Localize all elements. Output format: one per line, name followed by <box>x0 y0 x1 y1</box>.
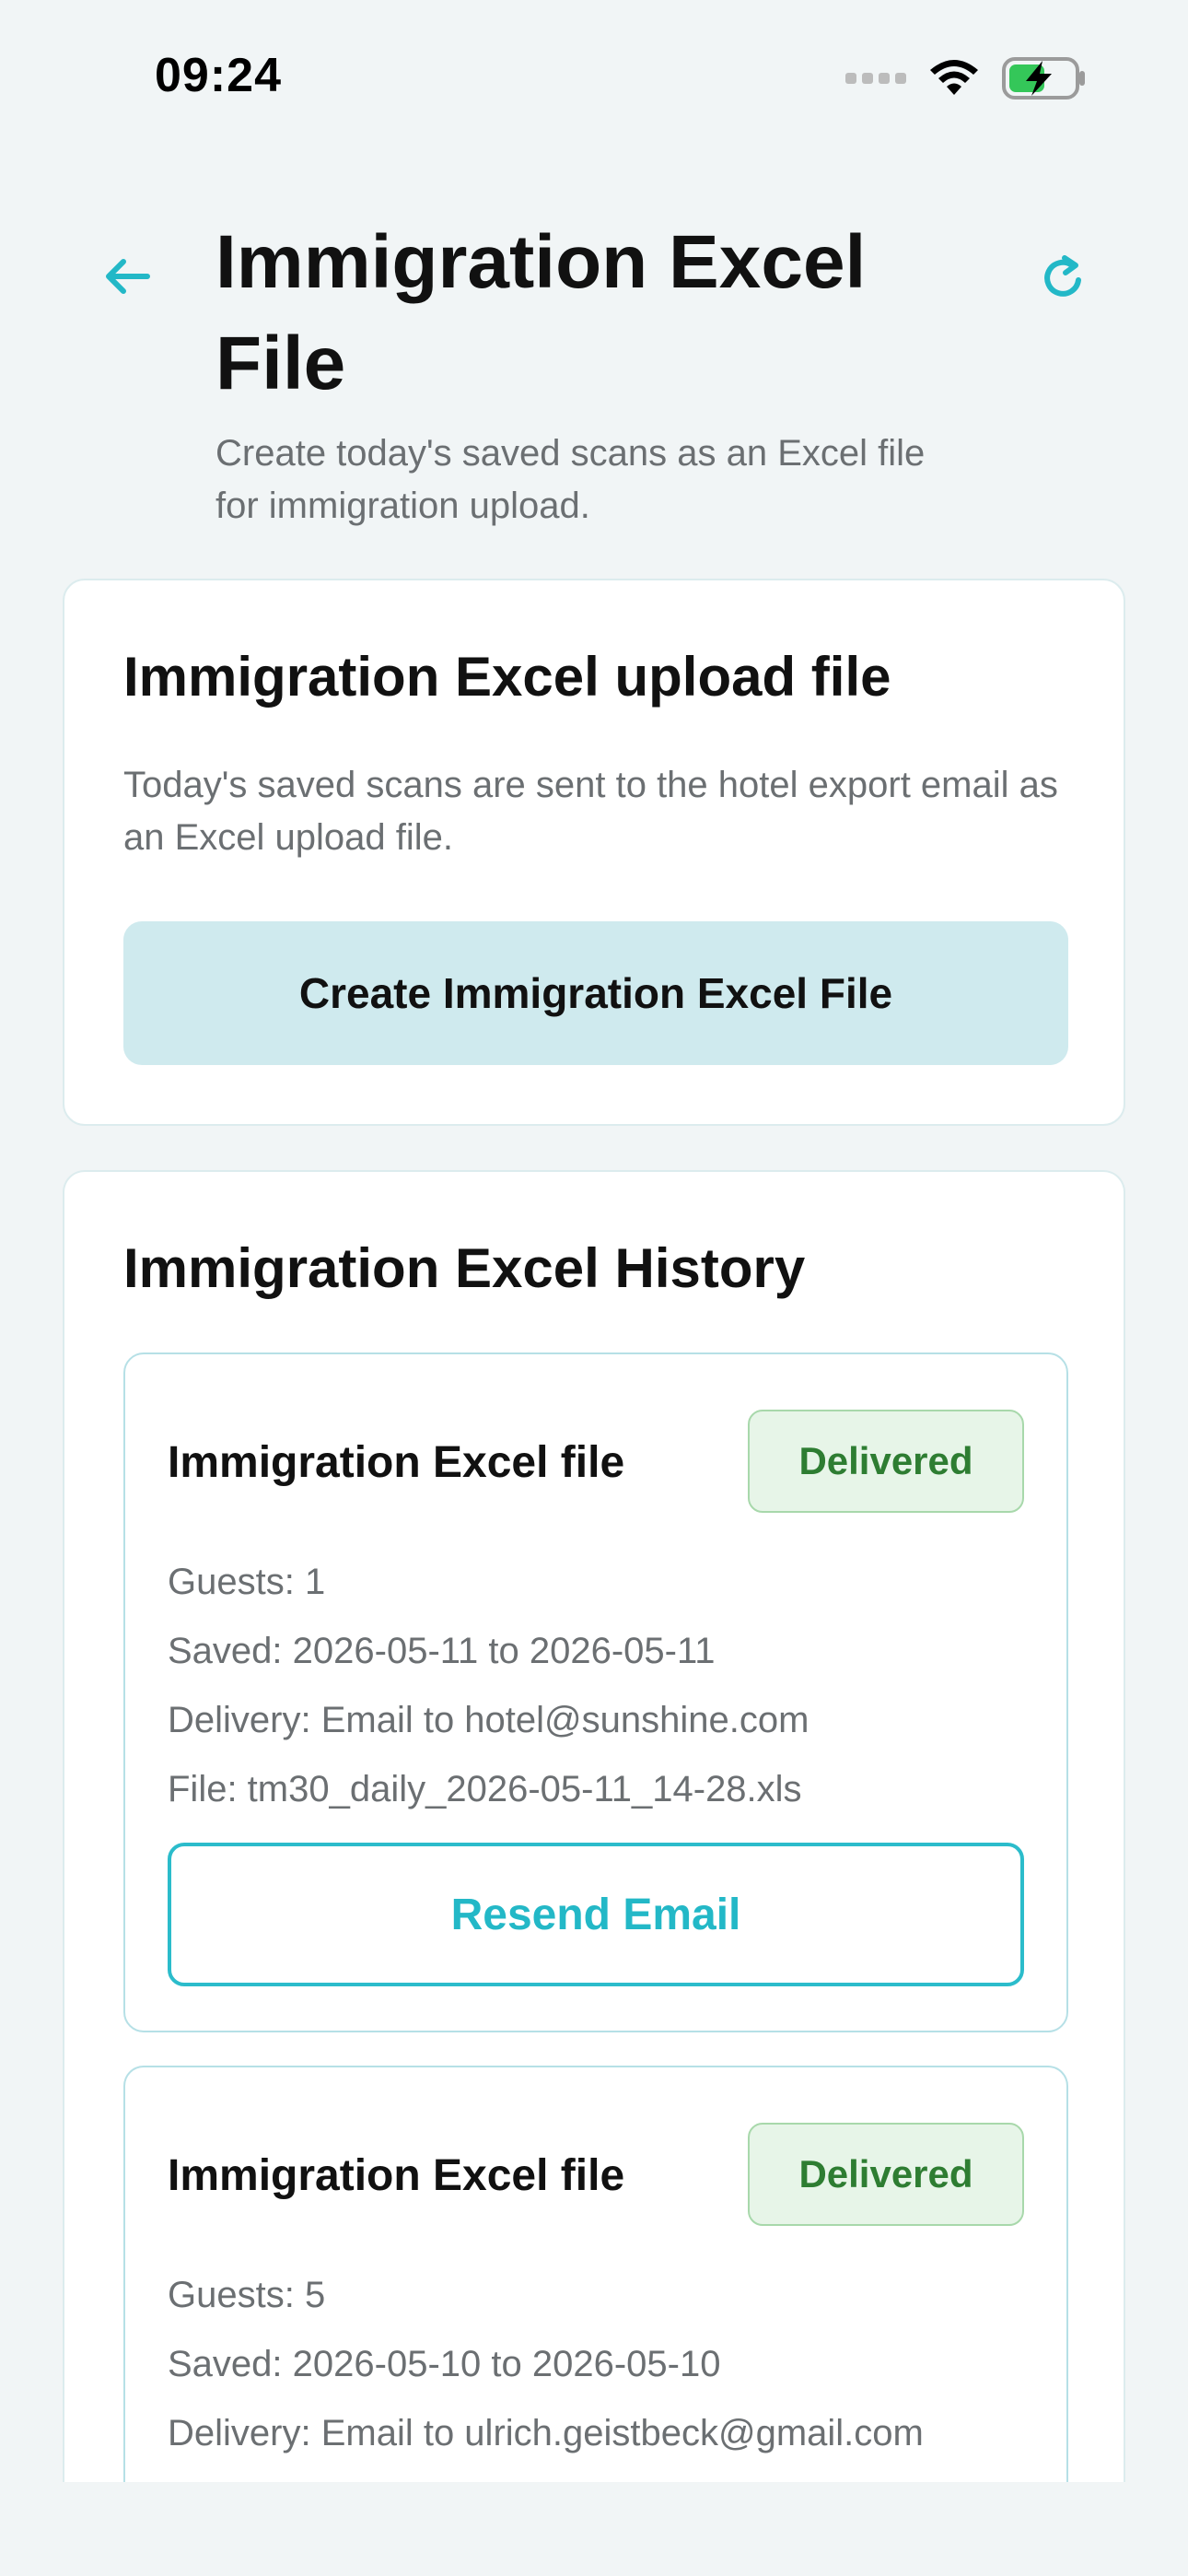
delivery-info: Delivery: Email to ulrich.geistbeck@gmai… <box>168 2413 924 2453</box>
create-excel-file-button[interactable]: Create Immigration Excel File <box>123 921 1068 1065</box>
back-button[interactable] <box>99 249 155 304</box>
resend-email-button[interactable]: Resend Email <box>168 1843 1024 1986</box>
history-item-details: Guests: 5 Saved: 2026-05-10 to 2026-05-1… <box>168 2261 924 2468</box>
history-card: Immigration Excel History Immigration Ex… <box>63 1170 1125 2576</box>
history-item-title: Immigration Excel file <box>168 2151 625 2200</box>
upload-card-description: Today's saved scans are sent to the hote… <box>123 765 1058 858</box>
refresh-icon <box>1044 255 1081 297</box>
page-title: Immigration Excel File <box>215 220 867 405</box>
refresh-button[interactable] <box>1033 249 1092 308</box>
guests-count: Guests: 1 <box>168 1562 326 1602</box>
history-item-title: Immigration Excel file <box>168 1438 625 1487</box>
saved-date-range: Saved: 2026-05-10 to 2026-05-10 <box>168 2344 721 2384</box>
history-item: Immigration Excel file Delivered Guests:… <box>123 1352 1068 2032</box>
file-name: File: tm30_daily_2026-05-11_14-28.xls <box>168 1769 802 1809</box>
status-badge: Delivered <box>748 2123 1024 2226</box>
status-icons <box>845 57 1087 100</box>
upload-card-title: Immigration Excel upload file <box>123 646 891 708</box>
history-card-title: Immigration Excel History <box>123 1237 806 1299</box>
saved-date-range: Saved: 2026-05-11 to 2026-05-11 <box>168 1631 716 1671</box>
battery-charging-icon <box>1002 57 1085 100</box>
bottom-safe-area <box>0 2482 1188 2576</box>
page-subtitle: Create today's saved scans as an Excel f… <box>215 433 926 526</box>
wifi-icon <box>930 60 978 95</box>
delivery-info: Delivery: Email to hotel@sunshine.com <box>168 1700 809 1740</box>
upload-card: Immigration Excel upload file Today's sa… <box>63 579 1125 1126</box>
guests-count: Guests: 5 <box>168 2275 326 2315</box>
status-badge: Delivered <box>748 1410 1024 1513</box>
status-time: 09:24 <box>155 49 282 102</box>
status-bar: 09:24 <box>0 0 1188 147</box>
arrow-left-icon <box>106 259 150 294</box>
history-item-details: Guests: 1 Saved: 2026-05-11 to 2026-05-1… <box>168 1548 809 1824</box>
signal-dots-icon <box>845 73 906 84</box>
